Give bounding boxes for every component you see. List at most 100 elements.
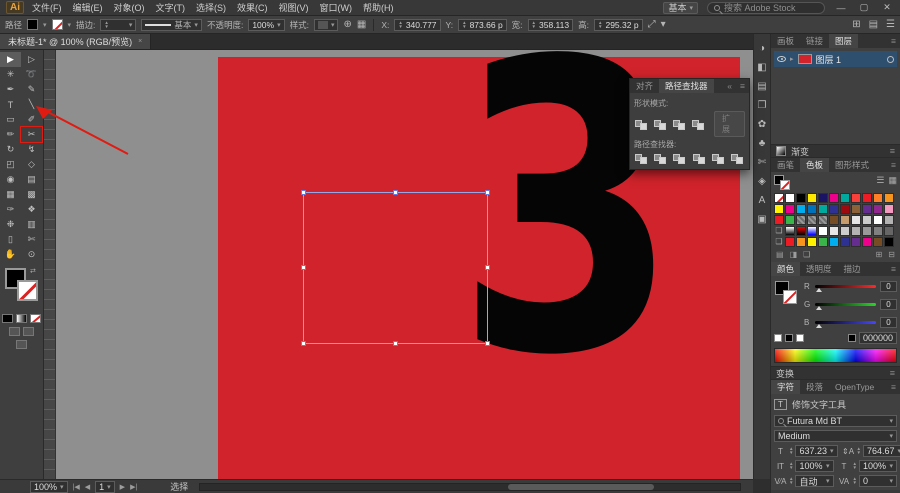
- expand-arrow-icon[interactable]: ▸: [790, 55, 794, 63]
- color-button[interactable]: [2, 314, 13, 323]
- pencil-tool[interactable]: ✏: [0, 127, 21, 142]
- swatch-cell[interactable]: [862, 204, 872, 214]
- swatch-cell[interactable]: [862, 237, 872, 247]
- swap-fill-stroke-icon[interactable]: ⇄: [30, 267, 36, 275]
- swatches-footer-icon[interactable]: ◨: [790, 250, 798, 259]
- none-swatch[interactable]: [774, 334, 782, 342]
- swatch-cell[interactable]: [829, 215, 839, 225]
- swatch-cell[interactable]: [785, 193, 795, 203]
- leading-input[interactable]: 764.67 ▾: [862, 445, 900, 457]
- selection-tool[interactable]: ▶: [0, 52, 21, 67]
- layer-target-icon[interactable]: [887, 55, 894, 63]
- glyphs-panel-icon[interactable]: A: [759, 196, 766, 206]
- swatch-cell[interactable]: [818, 226, 828, 236]
- prev-artboard-button[interactable]: ◀: [85, 483, 90, 491]
- swatch-cell[interactable]: [785, 204, 795, 214]
- draw-behind-button[interactable]: [23, 327, 34, 336]
- gradient-button[interactable]: [16, 314, 27, 323]
- channel-value[interactable]: 0: [880, 281, 897, 292]
- stroke-weight-input[interactable]: ▲ ▼ ▾: [100, 18, 137, 31]
- slider-thumb[interactable]: [816, 306, 822, 310]
- first-artboard-button[interactable]: |◀: [73, 483, 80, 491]
- scale-tool[interactable]: ◰: [0, 157, 21, 172]
- swatch-group-folder-icon[interactable]: ❑: [774, 226, 784, 236]
- swatch-cell[interactable]: [873, 215, 883, 225]
- gradient-panel-icon[interactable]: ◧: [757, 63, 766, 73]
- gradient-panel-bar[interactable]: 渐变 ≡: [771, 144, 900, 158]
- tab-layers[interactable]: 图层: [829, 34, 859, 48]
- style-dropdown[interactable]: ▾: [313, 18, 339, 31]
- type-tool[interactable]: T: [0, 97, 21, 112]
- menu-item[interactable]: 文件(F): [32, 1, 62, 14]
- color-spectrum-bar[interactable]: [774, 348, 897, 363]
- width-profile-dropdown[interactable]: 基本 ▾: [141, 18, 202, 31]
- hand-tool[interactable]: ✋: [0, 247, 21, 262]
- swatch-cell[interactable]: [774, 215, 784, 225]
- stroke-color-swatch[interactable]: [51, 19, 63, 30]
- menu-item[interactable]: 对象(O): [114, 1, 145, 14]
- swatch-cell[interactable]: [884, 204, 894, 214]
- pathfinder-mode-icon[interactable]: [692, 152, 707, 165]
- tab-paragraph[interactable]: 段落: [800, 380, 829, 394]
- blend-tool[interactable]: ❖: [21, 202, 42, 217]
- font-size-input[interactable]: 637.23 ▾: [795, 445, 838, 457]
- pathfinder-mode-icon[interactable]: [634, 118, 649, 131]
- slider-thumb[interactable]: [816, 324, 822, 328]
- selection-handle[interactable]: [485, 190, 490, 195]
- shape-builder-tool[interactable]: ◉: [0, 172, 21, 187]
- swatch-cell[interactable]: [796, 215, 806, 225]
- slider-thumb[interactable]: [816, 288, 822, 292]
- transform-panel-bar[interactable]: 变换 ≡: [771, 366, 900, 380]
- swatch-cell[interactable]: [840, 237, 850, 247]
- swatch-cell[interactable]: [829, 226, 839, 236]
- selection-handle[interactable]: [392, 190, 398, 195]
- swatch-cell[interactable]: [840, 193, 850, 203]
- kerning-input[interactable]: 自动 ▾: [795, 475, 834, 487]
- swatch-cell[interactable]: [873, 204, 883, 214]
- zoom-level-input[interactable]: 100% ▾: [30, 480, 68, 493]
- swatch-cell[interactable]: [851, 226, 861, 236]
- document-tab[interactable]: 未标题-1* @ 100% (RGB/预览) ×: [0, 34, 152, 49]
- layer-row[interactable]: ▸ 图层 1: [774, 51, 897, 67]
- selection-handle[interactable]: [301, 265, 306, 270]
- perspective-grid-tool[interactable]: ▤: [21, 172, 42, 187]
- panel-menu-icon[interactable]: ≡: [887, 262, 900, 276]
- swatch-cell[interactable]: [840, 215, 850, 225]
- panel-menu-icon[interactable]: ≡: [890, 146, 895, 156]
- chevron-down-icon[interactable]: ▾: [661, 19, 666, 30]
- swatch-cell[interactable]: [818, 215, 828, 225]
- pathfinder-panel-icon[interactable]: ✄: [758, 158, 766, 168]
- swatch-cell[interactable]: [785, 215, 795, 225]
- maximize-button[interactable]: ▢: [857, 2, 871, 13]
- panel-menu-icon[interactable]: ≡: [890, 368, 895, 378]
- swatch-cell[interactable]: [818, 204, 828, 214]
- tab-links[interactable]: 链接: [800, 34, 829, 48]
- expand-button[interactable]: 扩展: [714, 111, 745, 137]
- swatch-cell[interactable]: [851, 215, 861, 225]
- swatch-cell[interactable]: [884, 215, 894, 225]
- draw-normal-button[interactable]: [9, 327, 20, 336]
- swatches-footer-icon[interactable]: ⊞: [876, 250, 883, 259]
- white-swatch[interactable]: [796, 334, 804, 342]
- menu-item[interactable]: 效果(C): [237, 1, 268, 14]
- transform-icon[interactable]: ⤢: [648, 19, 656, 30]
- channel-slider[interactable]: [815, 321, 876, 328]
- mini-fill-stroke[interactable]: [774, 175, 794, 191]
- swatches-footer-icon[interactable]: ⊟: [888, 250, 895, 259]
- recolor-artwork-icon[interactable]: ⊕: [343, 19, 351, 30]
- eyedropper-tool[interactable]: ✑: [0, 202, 21, 217]
- panel-menu-icon[interactable]: ≡: [887, 380, 900, 394]
- swatch-cell[interactable]: [785, 226, 795, 236]
- menu-item[interactable]: 帮助(H): [363, 1, 394, 14]
- swatch-cell[interactable]: [884, 193, 894, 203]
- grid-view-icon[interactable]: ▦: [888, 175, 897, 186]
- menu-item[interactable]: 文字(T): [156, 1, 186, 14]
- tab-character[interactable]: 字符: [771, 380, 801, 394]
- tab-transparency[interactable]: 透明度: [800, 262, 838, 276]
- color-panel-icon[interactable]: ◑: [759, 44, 765, 54]
- swatch-cell[interactable]: [807, 204, 817, 214]
- rotate-tool[interactable]: ↻: [0, 142, 21, 157]
- artboard-tool[interactable]: ▯: [0, 232, 21, 247]
- line-segment-tool[interactable]: ╲: [21, 97, 42, 112]
- rectangle-tool[interactable]: ▭: [0, 112, 21, 127]
